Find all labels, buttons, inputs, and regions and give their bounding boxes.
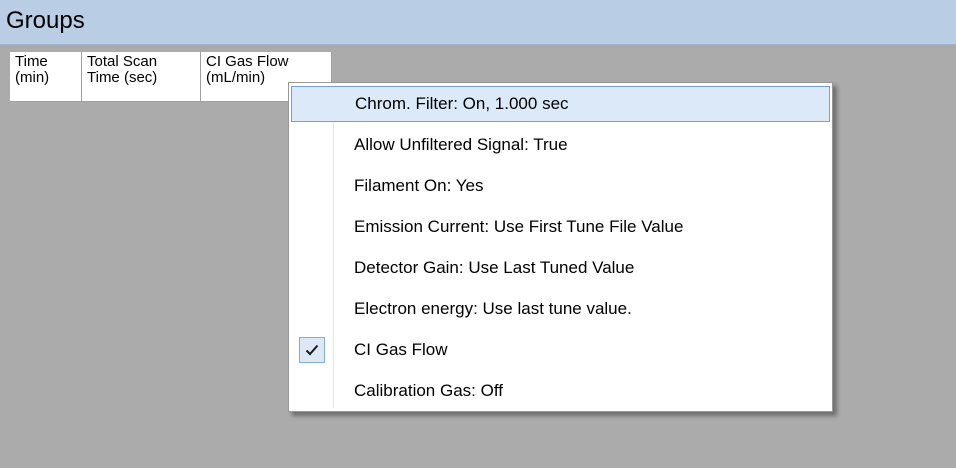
menu-check-slot [291,250,333,286]
column-header-scan-line2: Time (sec) [87,69,158,86]
menu-item-allow-unfiltered-signal[interactable]: Allow Unfiltered Signal: True [291,127,830,163]
menu-item-label: Electron energy: Use last tune value. [354,299,632,318]
menu-item-detector-gain[interactable]: Detector Gain: Use Last Tuned Value [291,250,830,286]
menu-check-slot [291,332,333,368]
menu-check-slot [291,209,333,245]
menu-item-label: Detector Gain: Use Last Tuned Value [354,258,635,277]
menu-item-filament-on[interactable]: Filament On: Yes [291,168,830,204]
menu-check-slot [291,291,333,327]
menu-item-label: Chrom. Filter: On, 1.000 sec [355,94,569,113]
menu-item-label: CI Gas Flow [354,340,448,359]
column-header-time[interactable]: Time (min) [10,52,82,102]
menu-check-slot [291,127,333,163]
menu-check-slot [292,87,334,121]
checkmark-icon [299,337,325,363]
column-header-scan-line1: Total Scan [87,53,158,70]
menu-item-chrom-filter[interactable]: Chrom. Filter: On, 1.000 sec [291,86,830,122]
column-header-time-line1: Time [15,53,48,70]
column-header-total-scan-time[interactable]: Total Scan Time (sec) [82,52,201,102]
groups-title: Groups [6,7,85,34]
menu-item-label: Emission Current: Use First Tune File Va… [354,217,684,236]
grid-column-headers: Time (min) Total Scan Time (sec) CI Gas … [10,52,332,102]
column-header-cigas-line1: CI Gas Flow [206,53,289,70]
column-context-menu: Chrom. Filter: On, 1.000 sec Allow Unfil… [288,82,833,412]
groups-header: Groups [0,0,956,45]
menu-item-emission-current[interactable]: Emission Current: Use First Tune File Va… [291,209,830,245]
menu-check-slot [291,168,333,204]
menu-item-ci-gas-flow[interactable]: CI Gas Flow [291,332,830,368]
menu-item-label: Allow Unfiltered Signal: True [354,135,568,154]
column-header-time-line2: (min) [15,69,50,86]
menu-item-label: Calibration Gas: Off [354,381,503,400]
menu-check-slot [291,373,333,409]
menu-item-calibration-gas[interactable]: Calibration Gas: Off [291,373,830,409]
groups-panel: Groups Time (min) Total Scan Time (sec) … [0,0,956,468]
menu-item-electron-energy[interactable]: Electron energy: Use last tune value. [291,291,830,327]
menu-item-label: Filament On: Yes [354,176,484,195]
